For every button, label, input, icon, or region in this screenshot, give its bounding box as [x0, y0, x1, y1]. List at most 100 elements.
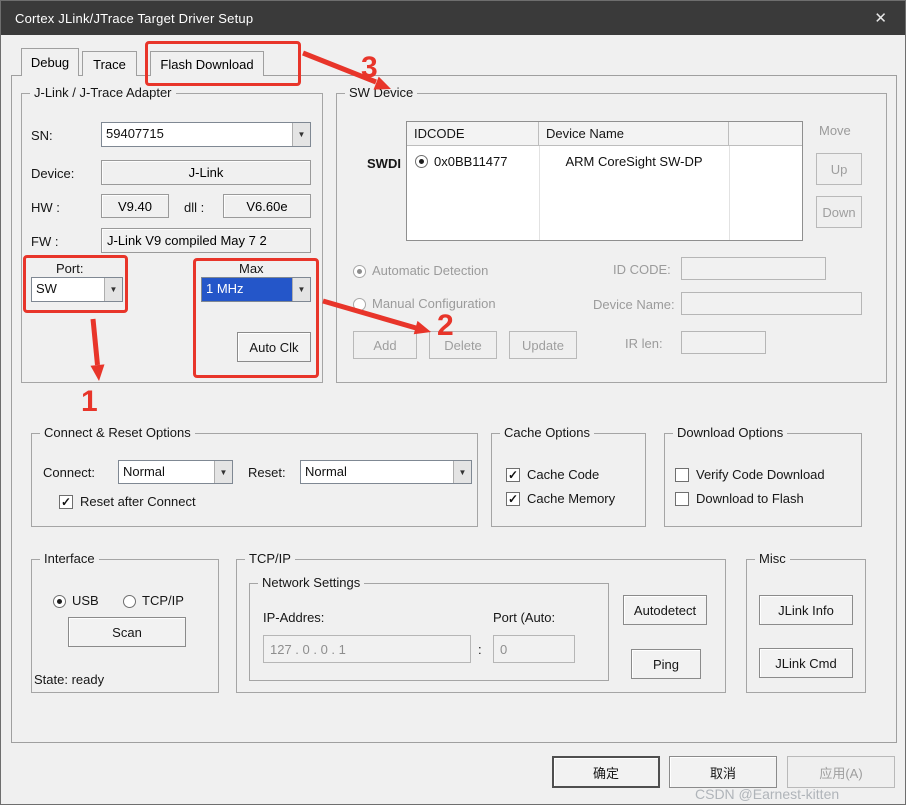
hw-label: HW : [31, 200, 60, 215]
tab-flash-download[interactable]: Flash Download [150, 51, 264, 76]
usb-radio[interactable] [53, 595, 66, 608]
sw-device-table: IDCODE Device Name 0x0BB11477 ARM CoreSi… [406, 121, 803, 241]
sw-device-table-header: IDCODE Device Name [407, 122, 802, 146]
verify-code-download-label: Verify Code Download [696, 467, 825, 482]
tcpip-radio[interactable] [123, 595, 136, 608]
ping-button[interactable]: Ping [631, 649, 701, 679]
interface-group-title: Interface [40, 551, 99, 566]
port-label: Port: [56, 261, 84, 276]
watermark-text: CSDN @Earnest-kitten [695, 786, 840, 802]
move-down-button: Down [816, 196, 862, 228]
chevron-down-icon[interactable]: ▼ [104, 278, 122, 301]
automatic-detection-radio [353, 265, 366, 278]
ir-len-label: IR len: [625, 336, 663, 351]
device-value-panel: J-Link [101, 160, 311, 185]
reset-after-connect-label: Reset after Connect [80, 494, 196, 509]
cache-code-checkbox[interactable]: ✓ [506, 468, 520, 482]
jlink-info-button[interactable]: JLink Info [759, 595, 853, 625]
check-icon: ✓ [60, 495, 72, 509]
check-icon: ✓ [507, 468, 519, 482]
cell-device-name: ARM CoreSight SW-DP [565, 153, 703, 169]
ip-address-label: IP-Addres: [263, 610, 325, 625]
cache-memory-label: Cache Memory [527, 491, 616, 506]
manual-configuration-label: Manual Configuration [372, 296, 496, 311]
tab-trace[interactable]: Trace [82, 51, 137, 76]
port-combobox[interactable]: SW ▼ [31, 277, 123, 302]
move-label: Move [819, 123, 851, 138]
usb-label: USB [72, 593, 99, 608]
ip-port-separator: : [478, 642, 482, 657]
tcpip-radio-label: TCP/IP [142, 593, 184, 608]
connect-value: Normal [123, 464, 165, 479]
reset-combobox[interactable]: Normal ▼ [300, 460, 472, 484]
hw-value-panel: V9.40 [101, 194, 169, 218]
reset-value: Normal [305, 464, 347, 479]
cancel-button[interactable]: 取消 [669, 756, 777, 788]
scan-button[interactable]: Scan [68, 617, 186, 647]
download-to-flash-label: Download to Flash [696, 491, 804, 506]
delete-button: Delete [429, 331, 497, 359]
connect-reset-group-title: Connect & Reset Options [40, 425, 195, 440]
adapter-group-title: J-Link / J-Trace Adapter [30, 85, 176, 100]
cell-idcode: 0x0BB11477 [434, 153, 508, 169]
chevron-down-icon[interactable]: ▼ [453, 461, 471, 483]
auto-clk-button[interactable]: Auto Clk [237, 332, 311, 362]
id-code-input [681, 257, 826, 280]
sn-value: 59407715 [106, 126, 164, 141]
reset-after-connect-checkbox[interactable]: ✓ [59, 495, 73, 509]
connect-label: Connect: [43, 465, 96, 480]
dll-label: dll : [184, 200, 205, 215]
window-title: Cortex JLink/JTrace Target Driver Setup [15, 10, 254, 26]
port-auto-input: 0 [493, 635, 575, 663]
max-label: Max [239, 261, 264, 276]
add-button: Add [353, 331, 417, 359]
apply-button: 应用(A) [787, 756, 895, 788]
chevron-down-icon[interactable]: ▼ [214, 461, 232, 483]
automatic-detection-label: Automatic Detection [372, 263, 489, 278]
dll-value-panel: V6.60e [223, 194, 311, 218]
row-selected-radio[interactable] [415, 154, 428, 168]
cache-memory-checkbox[interactable]: ✓ [506, 492, 520, 506]
max-speed-value: 1 MHz [202, 278, 292, 301]
ok-button[interactable]: 确定 [552, 756, 660, 788]
column-header-idcode[interactable]: IDCODE [407, 122, 539, 145]
move-up-button: Up [816, 153, 862, 185]
dialog-window: Cortex JLink/JTrace Target Driver Setup … [0, 0, 906, 805]
tab-debug-label: Debug [30, 55, 70, 70]
port-value: SW [36, 281, 57, 296]
device-name-label: Device Name: [593, 297, 675, 312]
ir-len-input [681, 331, 766, 354]
cache-options-group-title: Cache Options [500, 425, 594, 440]
download-options-group-title: Download Options [673, 425, 788, 440]
misc-group-title: Misc [755, 551, 790, 566]
max-speed-combobox[interactable]: 1 MHz ▼ [201, 277, 311, 302]
sw-device-group-title: SW Device [345, 85, 418, 100]
update-button: Update [509, 331, 577, 359]
table-row[interactable]: 0x0BB11477 ARM CoreSight SW-DP [407, 150, 802, 172]
row-header-swdio: SWDI [367, 156, 401, 171]
connect-combobox[interactable]: Normal ▼ [118, 460, 233, 484]
cache-code-label: Cache Code [527, 467, 600, 482]
tcpip-group-title: TCP/IP [245, 551, 295, 566]
device-name-input [681, 292, 862, 315]
fw-label: FW : [31, 234, 59, 249]
check-icon: ✓ [507, 492, 519, 506]
verify-code-download-checkbox[interactable] [675, 468, 689, 482]
column-header-device-name[interactable]: Device Name [539, 122, 729, 145]
device-label: Device: [31, 166, 75, 181]
port-auto-label: Port (Auto: [493, 610, 556, 625]
tab-debug[interactable]: Debug [21, 48, 79, 76]
autodetect-button[interactable]: Autodetect [623, 595, 707, 625]
close-icon[interactable]: ✕ [868, 7, 893, 29]
ip-address-input: 127 . 0 . 0 . 1 [263, 635, 471, 663]
network-settings-group: Network Settings [249, 575, 609, 681]
download-to-flash-checkbox[interactable] [675, 492, 689, 506]
manual-configuration-radio [353, 298, 366, 311]
tab-flash-download-label: Flash Download [160, 56, 254, 72]
network-settings-group-title: Network Settings [258, 575, 365, 590]
jlink-cmd-button[interactable]: JLink Cmd [759, 648, 853, 678]
chevron-down-icon[interactable]: ▼ [292, 123, 310, 146]
sn-combobox[interactable]: 59407715 ▼ [101, 122, 311, 147]
chevron-down-icon[interactable]: ▼ [292, 278, 310, 301]
sn-label: SN: [31, 128, 53, 143]
